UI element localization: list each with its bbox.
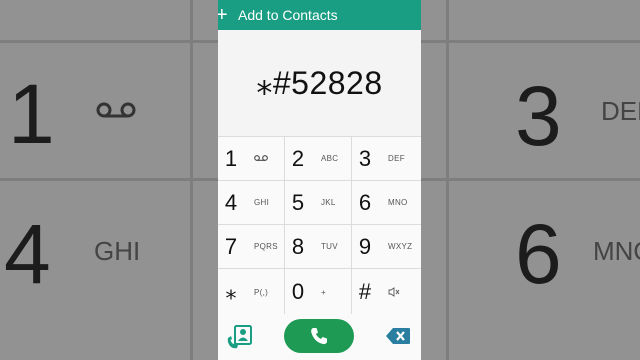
key-3[interactable]: 3 DEF — [352, 137, 421, 181]
key-letters: TUV — [321, 242, 338, 251]
call-button[interactable] — [284, 319, 354, 353]
background-digit: 4 — [4, 207, 51, 301]
key-digit: ⁎ — [225, 279, 237, 304]
dial-keypad: 1 2 ABC 3 DEF 4 GHI 5 JKL 6 MNO 7 PQRS 8… — [218, 136, 421, 315]
background-divider — [421, 178, 640, 181]
background-keypad-left: 1 4 GHI — [0, 0, 218, 360]
number-display: ⁎#52828 — [218, 30, 421, 136]
key-letters: MNO — [388, 198, 408, 207]
key-digit: 4 — [224, 189, 238, 215]
key-digit: 2 — [291, 145, 305, 171]
key-letters: P(,) — [254, 287, 269, 297]
key-1[interactable]: 1 — [218, 137, 285, 181]
background-divider — [0, 178, 218, 181]
background-letters: DEF — [601, 96, 640, 126]
key-letters: JKL — [321, 198, 336, 207]
add-to-contacts-link[interactable]: Add to Contacts — [238, 7, 338, 23]
contacts-icon[interactable] — [226, 324, 254, 350]
background-digit: 6 — [515, 207, 562, 301]
key-digit: 8 — [291, 233, 305, 259]
key-0[interactable]: 0 + — [285, 269, 352, 315]
background-keypad-right: 3 DEF 6 MNO — [421, 0, 640, 360]
background-letters: MNO — [593, 236, 640, 266]
key-4[interactable]: 4 GHI — [218, 181, 285, 225]
plus-icon[interactable]: + — [218, 5, 236, 25]
background-divider — [0, 40, 218, 43]
key-letters: + — [321, 287, 326, 297]
key-digit: # — [358, 279, 372, 304]
key-letters: ABC — [321, 154, 339, 163]
key-2[interactable]: 2 ABC — [285, 137, 352, 181]
key-digit: 0 — [291, 279, 305, 304]
key-digit: 3 — [358, 145, 372, 171]
background-letters: GHI — [94, 236, 141, 266]
key-digit: 7 — [224, 233, 238, 259]
key-digit: 9 — [358, 233, 372, 259]
background-divider — [190, 0, 193, 360]
phone-icon — [311, 328, 327, 345]
key-digit: 1 — [224, 145, 238, 171]
background-divider — [446, 0, 449, 360]
background-voicemail-icon — [96, 102, 136, 118]
key-hash[interactable]: # — [352, 269, 421, 315]
dialer-action-bar — [218, 314, 421, 360]
key-digit: 5 — [291, 189, 305, 215]
voicemail-icon — [254, 155, 268, 162]
key-5[interactable]: 5 JKL — [285, 181, 352, 225]
key-letters: PQRS — [254, 242, 278, 251]
entered-number[interactable]: ⁎#52828 — [256, 64, 382, 102]
key-letters: DEF — [388, 154, 405, 163]
key-9[interactable]: 9 WXYZ — [352, 225, 421, 269]
key-7[interactable]: 7 PQRS — [218, 225, 285, 269]
dialer-header: + Add to Contacts — [218, 0, 421, 30]
background-digit: 1 — [8, 67, 55, 161]
key-letters: GHI — [254, 198, 270, 207]
key-digit: 6 — [358, 189, 372, 215]
backspace-icon[interactable] — [385, 327, 411, 345]
phone-dialer-screen: + Add to Contacts ⁎#52828 1 2 ABC 3 DEF — [218, 0, 421, 360]
background-divider — [421, 40, 640, 43]
key-6[interactable]: 6 MNO — [352, 181, 421, 225]
key-star[interactable]: ⁎ P(,) — [218, 269, 285, 315]
key-letters: WXYZ — [388, 242, 413, 251]
background-digit: 3 — [515, 69, 562, 163]
mute-icon — [388, 287, 400, 297]
key-8[interactable]: 8 TUV — [285, 225, 352, 269]
